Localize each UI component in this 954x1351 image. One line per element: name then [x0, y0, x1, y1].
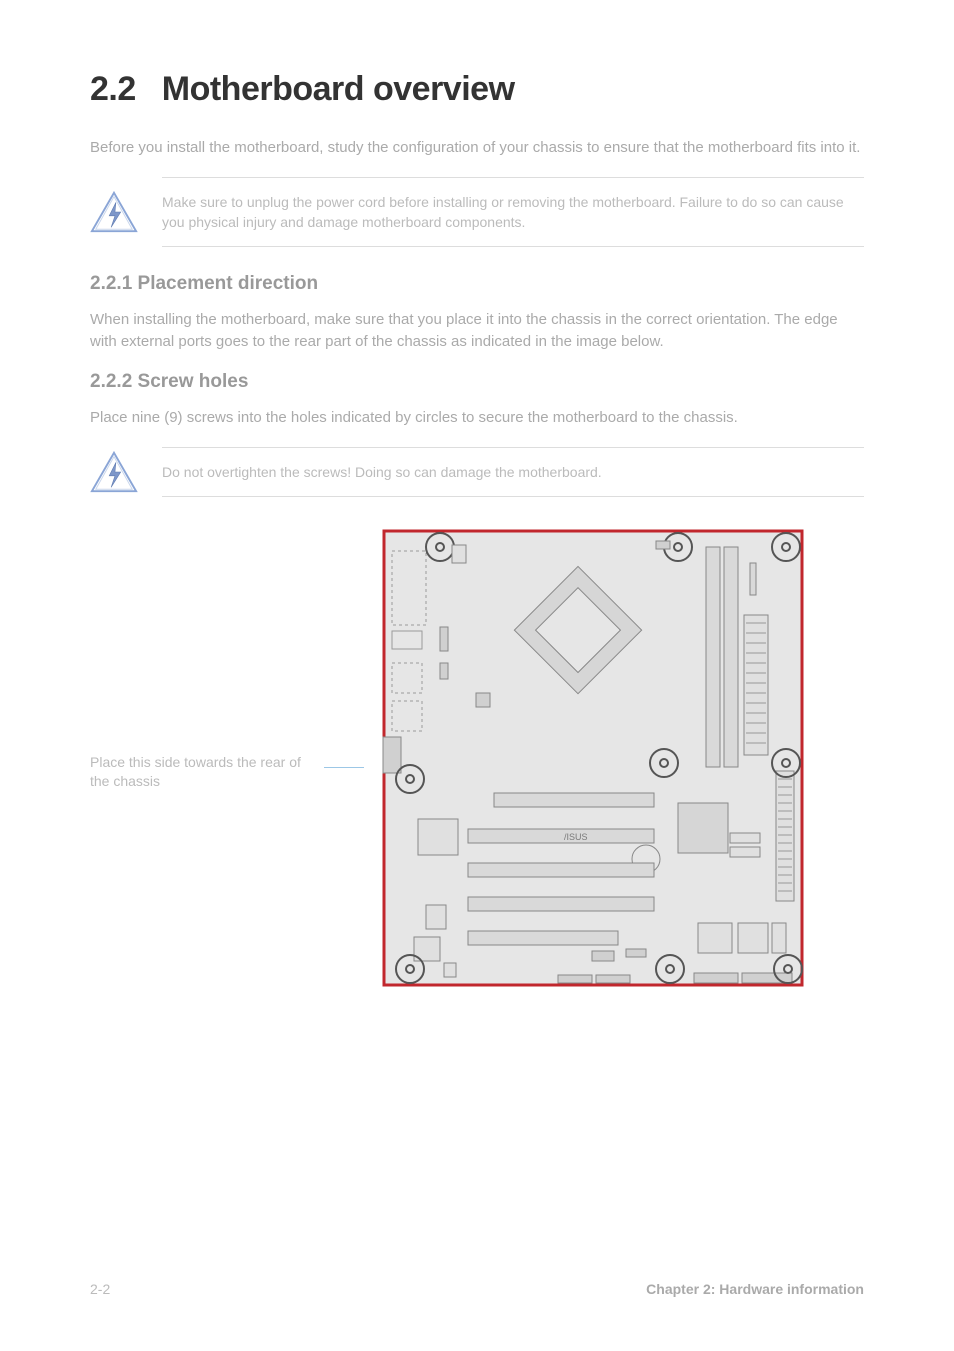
- warning-text: Make sure to unplug the power cord befor…: [162, 177, 864, 248]
- lightning-triangle-icon: [90, 190, 138, 234]
- motherboard-diagram-row: Place this side towards the rear of the …: [90, 523, 864, 993]
- subsection-221-heading: 2.2.1 Placement direction: [90, 273, 864, 295]
- warning-callout-overtighten: Do not overtighten the screws! Doing so …: [90, 447, 864, 497]
- lightning-triangle-icon: [90, 450, 138, 494]
- section-number: 2.2: [90, 70, 136, 108]
- diagram-caption: Place this side towards the rear of the …: [90, 523, 310, 792]
- footer-chapter: Chapter 2: Hardware information: [646, 1281, 864, 1297]
- subsection-222-heading: 2.2.2 Screw holes: [90, 371, 864, 393]
- page-footer: 2-2 Chapter 2: Hardware information: [90, 1281, 864, 1297]
- diagram-leader-line: [324, 767, 364, 768]
- section-heading: 2.2 Motherboard overview: [90, 70, 864, 109]
- warning-callout-unplug: Make sure to unplug the power cord befor…: [90, 177, 864, 248]
- asus-logo-text: /ISUS: [564, 832, 588, 842]
- subsection-222-para: Place nine (9) screws into the holes ind…: [90, 407, 864, 429]
- footer-page-number: 2-2: [90, 1281, 110, 1297]
- warning-text: Do not overtighten the screws! Doing so …: [162, 447, 864, 497]
- motherboard-diagram: /ISUS: [378, 523, 808, 993]
- intro-paragraph: Before you install the motherboard, stud…: [90, 137, 864, 159]
- section-title: Motherboard overview: [162, 70, 515, 108]
- subsection-221-para: When installing the motherboard, make su…: [90, 309, 864, 353]
